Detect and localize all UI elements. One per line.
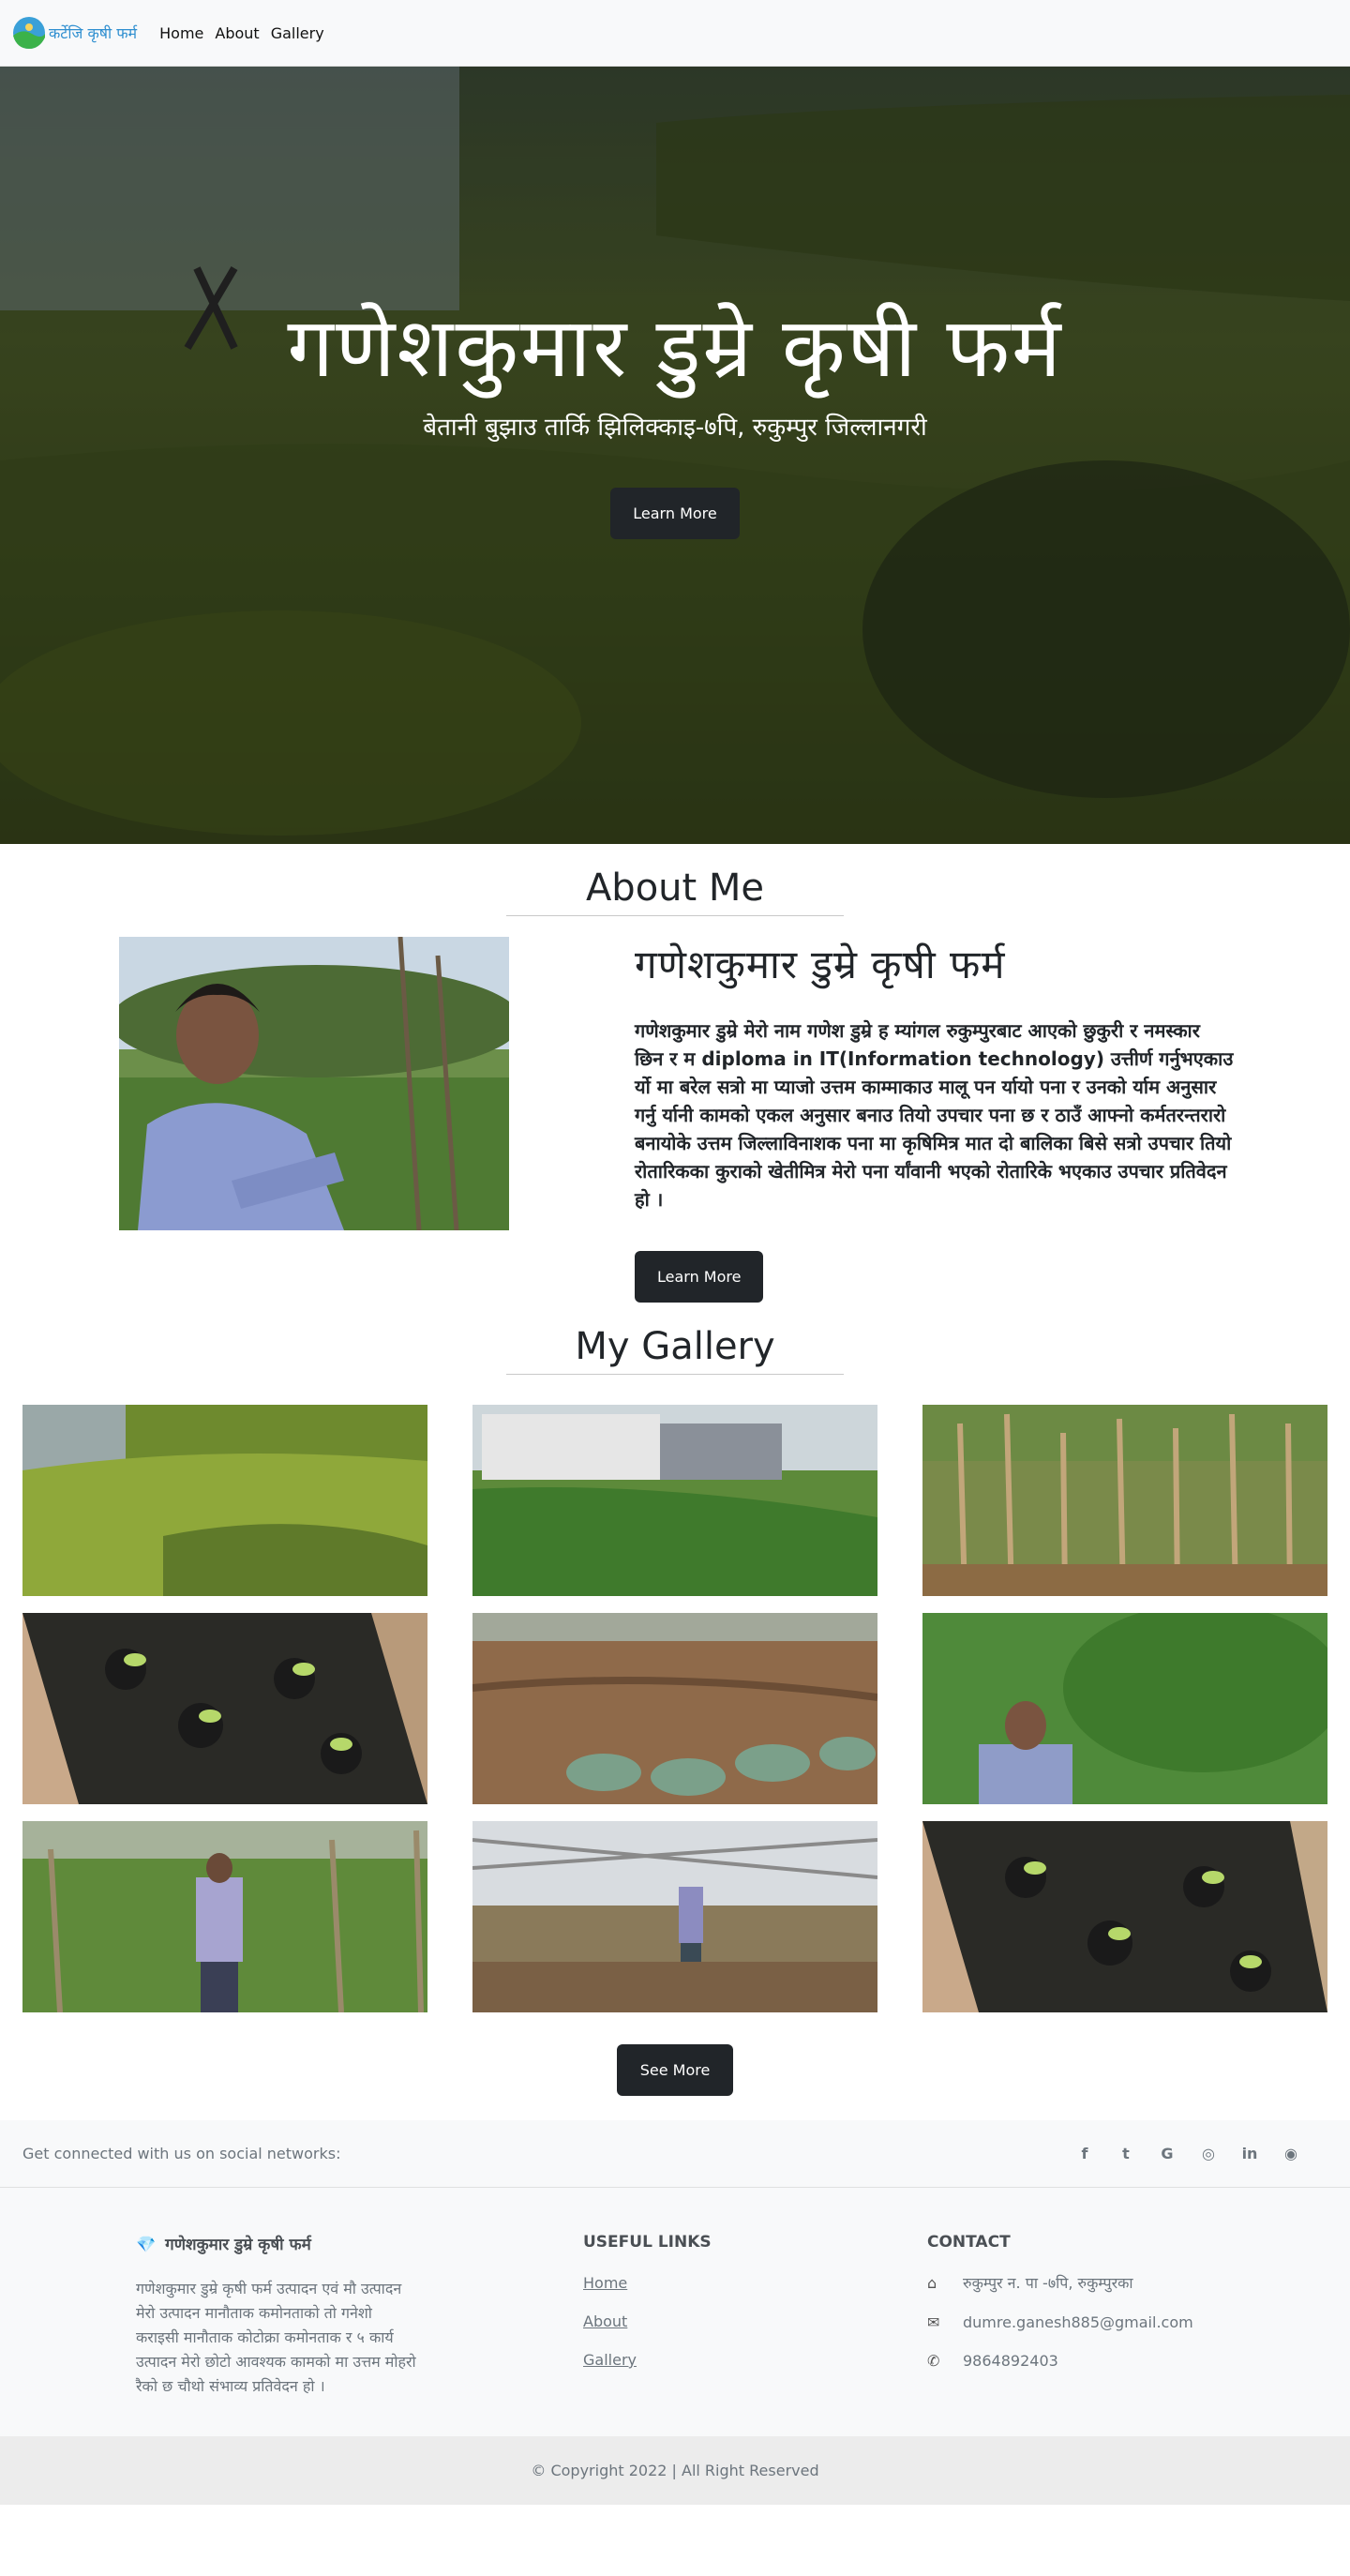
navbar: कर्टेजि कृषी फर्म Home About Gallery <box>0 0 1350 67</box>
footer-link-about[interactable]: About <box>583 2312 761 2330</box>
footer-links-heading: USEFUL LINKS <box>583 2233 712 2252</box>
hero-subtitle: बेतानी बुझाउ तार्कि झिलिक्काइ-७पि, रुकुम… <box>423 413 927 442</box>
about-section: About Me गणेशकुमार डुम्रे कृषी फर्म गणेश… <box>0 844 1350 1303</box>
gallery-image[interactable] <box>472 1613 878 1804</box>
footer-about-heading: 💎 गणेशकुमार डुम्रे कृषी फर्म <box>136 2233 417 2254</box>
gallery-image[interactable] <box>922 1613 1328 1804</box>
see-more-button[interactable]: See More <box>616 2044 734 2096</box>
contact-phone-text[interactable]: 9864892403 <box>963 2352 1058 2370</box>
footer: 💎 गणेशकुमार डुम्रे कृषी फर्म गणेशकुमार डु… <box>0 2188 1350 2436</box>
contact-address: ⌂ रुकुम्पुर न. पा -७पि, रुकुम्पुरका <box>927 2272 1237 2293</box>
contact-address-text: रुकुम्पुर न. पा -७पि, रुकुम्पुरका <box>963 2274 1133 2292</box>
gallery-image[interactable] <box>922 1405 1328 1596</box>
phone-icon: ✆ <box>927 2352 940 2370</box>
divider <box>506 915 844 916</box>
about-paragraph-end: । <box>655 1188 664 1211</box>
footer-about-heading-text: गणेशकुमार डुम्रे कृषी फर्म <box>165 2236 311 2254</box>
hero-title: गणेशकुमार डुम्रे कृषी फर्म <box>287 299 1063 396</box>
about-section-title: About Me <box>585 866 765 910</box>
gallery-section: My Gallery See More <box>0 1303 1350 2096</box>
gallery-image[interactable] <box>22 1613 428 1804</box>
about-paragraph: गणेशकुमार डुम्रे मेरो नाम गणेश डुम्रे ह … <box>635 1017 1235 1213</box>
footer-about-text: गणेशकुमार डुम्रे कृषी फर्म उत्पादन एवं म… <box>136 2280 416 2395</box>
gallery-image[interactable] <box>22 1405 428 1596</box>
footer-link-gallery[interactable]: Gallery <box>583 2351 761 2369</box>
github-icon[interactable]: ◉ <box>1282 2145 1299 2162</box>
gem-icon: 💎 <box>136 2236 157 2254</box>
hero-content: गणेशकुमार डुम्रे कृषी फर्म बेतानी बुझाउ … <box>0 299 1350 539</box>
gallery-image[interactable] <box>22 1821 428 2012</box>
about-paragraph-text: गणेशकुमार डुम्रे मेरो नाम गणेश डुम्रे ह … <box>635 1019 1234 1211</box>
gallery-image[interactable] <box>922 1821 1328 2012</box>
footer-contact-heading: CONTACT <box>927 2233 1011 2252</box>
about-learn-more-button[interactable]: Learn More <box>635 1251 764 1303</box>
contact-email: ✉ dumre.ganesh885@gmail.com <box>927 2313 1237 2331</box>
copyright-text: © Copyright 2022 | All Right Reserved <box>531 2462 819 2479</box>
gallery-section-title: My Gallery <box>575 1325 775 1368</box>
social-text: Get connected with us on social networks… <box>22 2145 341 2162</box>
brand[interactable]: कर्टेजि कृषी फर्म <box>11 15 137 51</box>
linkedin-icon[interactable]: in <box>1241 2145 1258 2162</box>
gallery-image[interactable] <box>472 1821 878 2012</box>
envelope-icon: ✉ <box>927 2313 940 2331</box>
copyright-bar: © Copyright 2022 | All Right Reserved <box>0 2436 1350 2505</box>
nav-gallery[interactable]: Gallery <box>271 24 324 42</box>
hero-section: गणेशकुमार डुम्रे कृषी फर्म बेतानी बुझाउ … <box>0 67 1350 844</box>
social-bar: Get connected with us on social networks… <box>0 2120 1350 2188</box>
facebook-icon[interactable]: f <box>1076 2145 1093 2162</box>
instagram-icon[interactable]: ◎ <box>1200 2145 1217 2162</box>
contact-email-text[interactable]: dumre.ganesh885@gmail.com <box>963 2313 1193 2331</box>
twitter-icon[interactable]: t <box>1118 2145 1134 2162</box>
contact-phone: ✆ 9864892403 <box>927 2352 1237 2370</box>
about-heading: गणेशकुमार डुम्रे कृषी फर्म <box>635 942 1006 987</box>
footer-link-home[interactable]: Home <box>583 2274 761 2292</box>
google-icon[interactable]: G <box>1159 2145 1176 2162</box>
footer-links: USEFUL LINKS Home About Gallery <box>583 2233 761 2399</box>
footer-about: 💎 गणेशकुमार डुम्रे कृषी फर्म गणेशकुमार डु… <box>136 2233 417 2399</box>
home-icon: ⌂ <box>927 2273 938 2292</box>
profile-photo <box>119 937 509 1230</box>
social-icons: f t G ◎ in ◉ <box>1076 2145 1299 2162</box>
divider <box>506 1374 844 1375</box>
brand-name: कर्टेजि कृषी फर्म <box>49 24 138 42</box>
nav-home[interactable]: Home <box>159 24 203 42</box>
footer-contact: CONTACT ⌂ रुकुम्पुर न. पा -७पि, रुकुम्पुर… <box>927 2233 1237 2399</box>
hero-learn-more-button[interactable]: Learn More <box>610 487 740 539</box>
nav-about[interactable]: About <box>215 24 259 42</box>
farm-logo-icon <box>13 17 45 49</box>
gallery-image[interactable] <box>472 1405 878 1596</box>
gallery-grid <box>0 1405 1350 2012</box>
